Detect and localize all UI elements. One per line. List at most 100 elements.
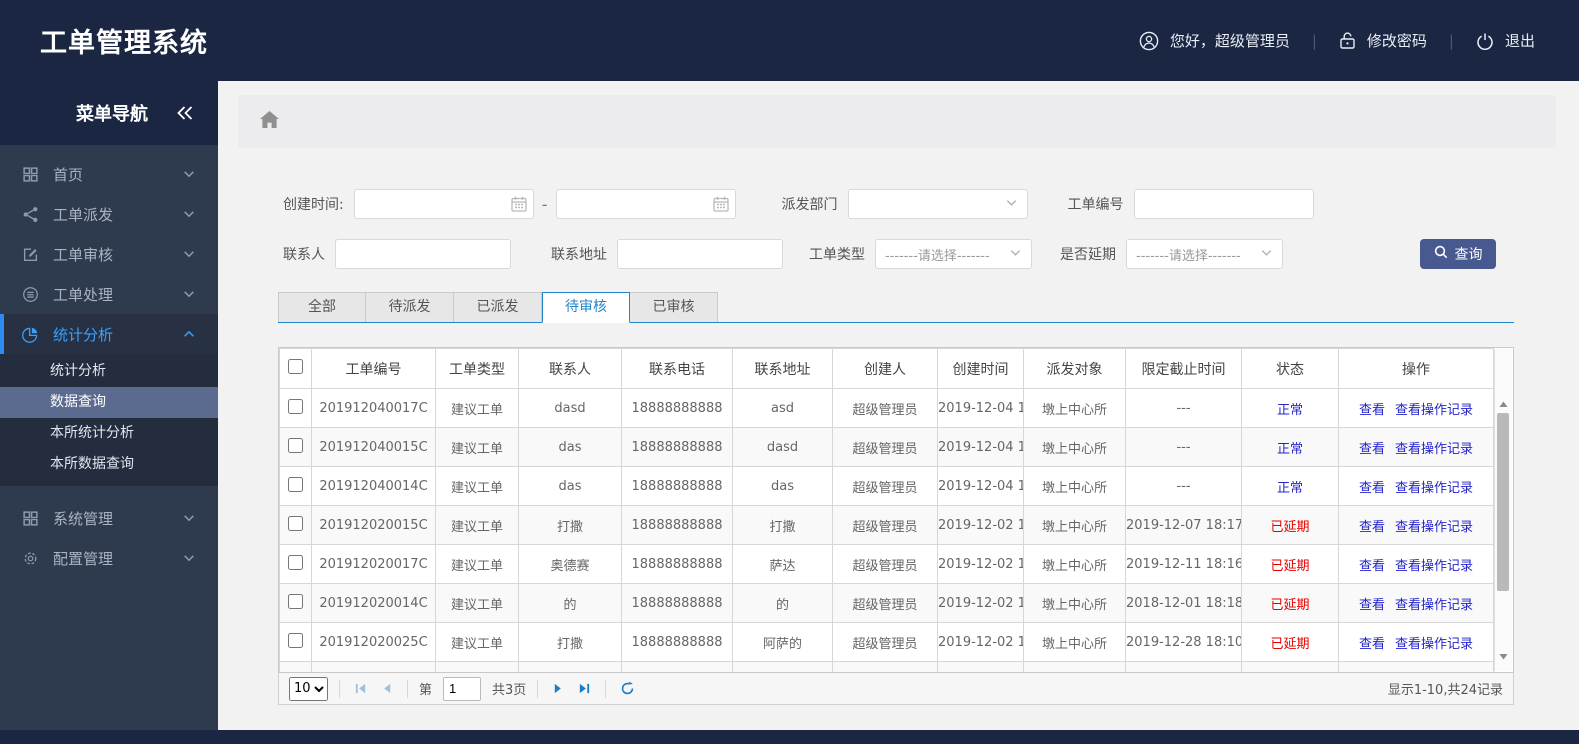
- scrollbar-thumb[interactable]: [1497, 413, 1509, 591]
- view-log-link[interactable]: 查看操作记录: [1395, 520, 1473, 535]
- sidebar-item-home[interactable]: 首页: [0, 154, 218, 194]
- view-link[interactable]: 查看: [1359, 481, 1385, 496]
- app-title: 工单管理系统: [40, 28, 208, 59]
- sidebar-item-order-dispatch[interactable]: 工单派发: [0, 194, 218, 234]
- actions-cell: 查看 查看操作记录: [1338, 622, 1494, 662]
- row-checkbox[interactable]: [288, 671, 303, 672]
- view-link[interactable]: 查看: [1359, 442, 1385, 457]
- sidebar-item-label: 配置管理: [53, 549, 114, 568]
- sidebar-subitem-data-query[interactable]: 数据查询: [0, 387, 218, 418]
- view-link[interactable]: 查看: [1359, 520, 1385, 535]
- sidebar-item-order-process[interactable]: 工单处理: [0, 274, 218, 314]
- status-badge: 正常: [1241, 427, 1339, 467]
- cell-address: dasd: [732, 427, 833, 467]
- cell-phone: 18888888888: [621, 622, 733, 662]
- table-row: 201912020017C 建议工单 奥德赛 18888888888 萨达 超级管理员 20…: [279, 544, 1494, 584]
- view-log-link[interactable]: 查看操作记录: [1395, 481, 1473, 496]
- sidebar-item-order-review[interactable]: 工单审核: [0, 234, 218, 274]
- create-time-start-input[interactable]: [353, 189, 534, 219]
- cell-created-at: 2019-12-04 15: [937, 466, 1024, 506]
- dispatch-dept-select[interactable]: [847, 189, 1028, 219]
- status-badge: 已延期: [1241, 505, 1339, 545]
- cell-dispatch-target: 墩上中心所: [1023, 466, 1126, 506]
- home-icon[interactable]: [260, 111, 279, 132]
- view-log-link[interactable]: 查看操作记录: [1395, 637, 1473, 652]
- sidebar-item-config-manage[interactable]: 配置管理: [0, 538, 218, 578]
- address-input[interactable]: [617, 239, 783, 269]
- contact-input[interactable]: [335, 239, 511, 269]
- actions-cell: 查看 查看操作记录: [1338, 544, 1494, 584]
- table-row: [279, 661, 1494, 672]
- row-checkbox[interactable]: [288, 398, 303, 414]
- row-checkbox[interactable]: [288, 515, 303, 531]
- tab-to-review[interactable]: 待审核: [542, 292, 630, 323]
- next-page-button[interactable]: [549, 682, 568, 695]
- view-link[interactable]: 查看: [1359, 598, 1385, 613]
- view-link[interactable]: 查看: [1359, 559, 1385, 574]
- tab-to-dispatch[interactable]: 待派发: [366, 292, 454, 323]
- cell-order-no: 201912040015C: [311, 427, 436, 467]
- collapse-sidebar-button[interactable]: [176, 105, 194, 121]
- date-range-separator: -: [541, 194, 548, 214]
- create-time-label: 创建时间:: [283, 197, 344, 213]
- row-checkbox[interactable]: [288, 437, 303, 453]
- scroll-up-icon[interactable]: [1495, 397, 1512, 411]
- row-checkbox[interactable]: [288, 632, 303, 648]
- order-no-input[interactable]: [1133, 189, 1314, 219]
- pagination-bar: 10 第 共3页 显示1-10,共24记录: [278, 673, 1514, 705]
- tab-all[interactable]: 全部: [278, 292, 366, 323]
- pager-divider: [537, 679, 539, 698]
- chevron-down-icon: [182, 247, 196, 261]
- scroll-down-icon[interactable]: [1495, 649, 1512, 663]
- cell-dispatch-target: 墩上中心所: [1023, 427, 1126, 467]
- sidebar-item-system-manage[interactable]: 系统管理: [0, 498, 218, 538]
- sidebar-subitem-statistics-analysis[interactable]: 统计分析: [0, 356, 218, 387]
- filter-panel: 创建时间: - 派发部门 工单编号 联系人 联系地址 工单类型 -------请…: [238, 189, 1556, 269]
- dispatch-dept-label: 派发部门: [781, 197, 838, 213]
- row-checkbox[interactable]: [288, 554, 303, 570]
- page-number-input[interactable]: [443, 676, 482, 701]
- create-time-end-input[interactable]: [555, 189, 736, 219]
- orders-table-wrap: 工单编号 工单类型 联系人 联系电话 联系地址 创建人 创建时间 派发对象 限定截止时间 状态 操作…: [278, 347, 1514, 673]
- last-page-button[interactable]: [575, 682, 594, 695]
- sidebar-subitem-office-data-query[interactable]: 本所数据查询: [0, 449, 218, 480]
- topbar-divider: |: [1311, 31, 1317, 50]
- table-header-row: 工单编号 工单类型 联系人 联系电话 联系地址 创建人 创建时间 派发对象 限定截止时间 状态 操作: [279, 348, 1494, 389]
- grid-icon: [22, 166, 41, 183]
- tab-reviewed[interactable]: 已审核: [630, 292, 718, 323]
- view-log-link[interactable]: 查看操作记录: [1395, 598, 1473, 613]
- refresh-button[interactable]: [617, 681, 638, 696]
- sidebar-item-statistics[interactable]: 统计分析: [0, 314, 218, 354]
- status-badge: 已延期: [1241, 583, 1339, 623]
- view-link[interactable]: 查看: [1359, 403, 1385, 418]
- view-log-link[interactable]: 查看操作记录: [1395, 559, 1473, 574]
- view-log-link[interactable]: 查看操作记录: [1395, 442, 1473, 457]
- column-header: 联系地址: [732, 348, 833, 389]
- row-checkbox[interactable]: [288, 476, 303, 492]
- sidebar-item-label: 工单派发: [53, 205, 114, 224]
- actions-cell: 查看 查看操作记录: [1338, 583, 1494, 623]
- select-all-checkbox[interactable]: [288, 359, 303, 374]
- view-link[interactable]: 查看: [1359, 637, 1385, 652]
- pager-divider: [407, 679, 408, 698]
- row-checkbox[interactable]: [288, 593, 303, 609]
- sidebar-item-label: 系统管理: [53, 509, 114, 528]
- logout-link[interactable]: 退出: [1476, 30, 1535, 51]
- sidebar-subitem-office-statistics[interactable]: 本所统计分析: [0, 418, 218, 449]
- first-page-button[interactable]: [351, 682, 370, 695]
- pager-divider: [339, 679, 340, 698]
- view-log-link[interactable]: 查看操作记录: [1395, 403, 1473, 418]
- cell-phone: 18888888888: [621, 427, 733, 467]
- cell-created-at: 2019-12-02 16: [937, 583, 1024, 623]
- tab-dispatched[interactable]: 已派发: [454, 292, 542, 323]
- change-password-link[interactable]: 修改密码: [1339, 30, 1427, 51]
- cell-deadline: ---: [1125, 466, 1242, 506]
- page-size-select[interactable]: 10: [289, 676, 328, 701]
- table-scrollbar[interactable]: [1494, 349, 1512, 671]
- cell-phone: 18888888888: [621, 505, 733, 545]
- delay-select[interactable]: -------请选择-------: [1126, 239, 1283, 269]
- chevron-down-icon: [182, 207, 196, 221]
- search-button[interactable]: 查询: [1420, 239, 1496, 269]
- order-type-select[interactable]: -------请选择-------: [875, 239, 1032, 269]
- prev-page-button[interactable]: [377, 682, 396, 695]
